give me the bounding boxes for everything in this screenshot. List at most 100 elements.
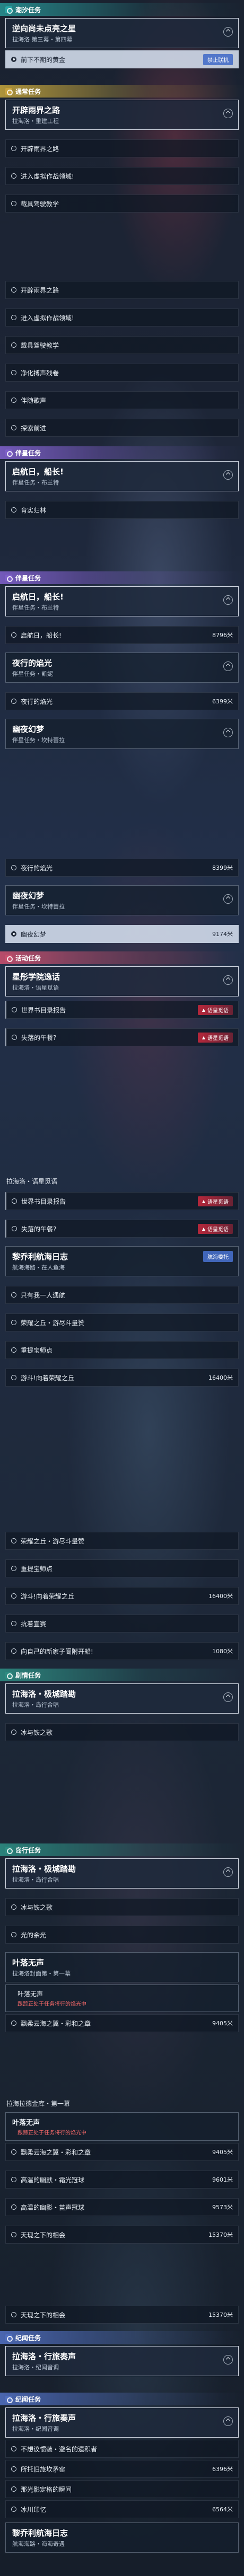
quest-card[interactable]: 黎乔利航海日志 航海海路・海海奇遇 <box>5 2522 239 2553</box>
quest-step[interactable]: 伴随歌声 <box>5 391 239 409</box>
quest-step[interactable]: 育实归林 <box>5 501 239 519</box>
quest-step-label: 重提宝师点 <box>21 1346 53 1354</box>
quest-card[interactable]: 开辟雨界之路 拉海洛・重建工程 <box>5 100 239 130</box>
collapse-icon[interactable] <box>223 661 233 671</box>
step-icon <box>11 2021 16 2026</box>
voyage-badge: 航海委托 <box>203 1251 233 1262</box>
collapse-icon[interactable] <box>223 470 233 480</box>
quest-step[interactable]: 光的余光 <box>5 1926 239 1944</box>
quest-step[interactable]: 进入虚拟作战领域! <box>5 167 239 185</box>
quest-card[interactable]: 黎乔利航海日志 航海海路・在人鱼海 航海委托 <box>5 1246 239 1276</box>
step-icon <box>11 1375 16 1380</box>
quest-step[interactable]: 天现之下的相会 15370米 <box>5 2226 239 2244</box>
collapse-icon[interactable] <box>223 2355 233 2365</box>
quest-subtitle: 拉海洛 第三幕・第四幕 <box>12 36 73 43</box>
quest-step[interactable]: 高温的幽影・苗声冠球 9573米 <box>5 2198 239 2216</box>
quest-step[interactable]: 重提宝师点 <box>5 1341 239 1359</box>
quest-step[interactable]: 失落的午餐? 语星觅语 <box>5 1220 239 1238</box>
quest-step[interactable]: 冰与铁之歌 <box>5 1898 239 1916</box>
quest-step[interactable]: 抗着宣赛 <box>5 1615 239 1633</box>
collapse-icon[interactable] <box>223 109 233 118</box>
quest-step-label: 重提宝师点 <box>21 1565 53 1573</box>
step-icon <box>11 1538 16 1543</box>
screen-4: 伴星任务 启航日，船长! 伴星任务・布兰特 启航日，船长! 8796米 夜行的焰光… <box>0 567 244 832</box>
quest-step[interactable]: 开辟雨界之路 <box>5 281 239 299</box>
collapse-icon[interactable] <box>223 27 233 37</box>
quest-card[interactable]: 叶落无声 拉海洛封面第・第一幕 <box>5 1952 239 1982</box>
collapse-icon[interactable] <box>223 2416 233 2426</box>
collapse-icon[interactable] <box>223 595 233 605</box>
quest-step[interactable]: 荣耀之丘・游尽斗量赞 <box>5 1532 239 1550</box>
quest-step[interactable]: 只有我一人遇航 <box>5 1286 239 1304</box>
quest-step[interactable]: 夜行的焰光 6399米 <box>5 692 239 710</box>
quest-step[interactable]: 世界书目录报告 语星觅语 <box>5 1001 239 1019</box>
quest-step[interactable]: 那光影定格的瞬间 <box>5 2480 239 2498</box>
quest-card[interactable]: 星彤学院逸话 拉海洛・语星觅语 <box>5 966 239 996</box>
quest-card[interactable]: 夜行的焰光 伴星任务・凯妮 <box>5 652 239 683</box>
collapse-icon[interactable] <box>223 1867 233 1877</box>
quest-step-label: 探索前进 <box>21 424 47 432</box>
collapse-icon[interactable] <box>223 1692 233 1702</box>
quest-step[interactable]: 飘柔云海之翼・彩和之章 9405米 <box>5 2014 239 2032</box>
quest-step[interactable]: 夜行的焰光 8399米 <box>5 859 239 877</box>
quest-step[interactable]: 冰川印忆 6564米 <box>5 2500 239 2518</box>
quest-step-label: 飘柔云海之翼・彩和之章 <box>21 2019 91 2027</box>
quest-step-label: 不想议惯装・避名的遗积者 <box>21 2445 98 2453</box>
quest-step[interactable]: 世界书目录报告 语星觅语 <box>5 1192 239 1210</box>
quest-title: 开辟雨界之路 <box>12 105 60 115</box>
quest-step[interactable]: 重提宝师点 <box>5 1559 239 1577</box>
quest-card[interactable]: 拉海洛・行旅奏声 拉海洛・纪闻音调 <box>5 2346 239 2376</box>
quest-step[interactable]: 开辟雨界之路 <box>5 139 239 157</box>
quest-step[interactable]: 不想议惯装・避名的遗积者 <box>5 2440 239 2458</box>
quest-step-label: 启航日，船长! <box>21 631 62 639</box>
quest-step[interactable]: 高温的幽默・霜光冠球 9601米 <box>5 2171 239 2189</box>
quest-step[interactable]: 荣耀之丘・游尽斗量赞 <box>5 1313 239 1331</box>
quest-step[interactable]: 进入虚拟作战领域! <box>5 308 239 327</box>
collapse-icon[interactable] <box>223 975 233 985</box>
quest-step[interactable]: 游斗!向着荣耀之丘 16400米 <box>5 1587 239 1605</box>
quest-step[interactable]: 失落的午餐? 语星觅语 <box>5 1028 239 1046</box>
quest-step[interactable]: 净化搏声残卷 <box>5 364 239 382</box>
quest-step[interactable]: 所托旧旅坎矛窑 6396米 <box>5 2460 239 2478</box>
screen-10: 天现之下的相会 15370米 纪闻任务 拉海洛・行旅奏声 拉海洛・纪闻音调 <box>0 2300 244 2385</box>
step-icon <box>11 2149 16 2155</box>
quest-step-label: 所托旧旅坎矛窑 <box>21 2465 66 2473</box>
quest-card[interactable]: 启航日，船长! 伴星任务・布兰特 <box>5 461 239 491</box>
quest-subtitle: 拉海洛・语星觅语 <box>12 984 59 991</box>
quest-step[interactable]: 启航日，船长! 8796米 <box>5 626 239 644</box>
quest-card[interactable]: 启航日，船长! 伴星任务・布兰特 <box>5 586 239 616</box>
island-quest-icon <box>5 1846 13 1854</box>
quest-step[interactable]: 天现之下的相会 15370米 <box>5 2306 239 2324</box>
quest-step[interactable]: 游斗!向着荣耀之丘 16400米 <box>5 1369 239 1387</box>
quest-step[interactable]: 飘柔云海之翼・彩和之章 9405米 <box>5 2143 239 2161</box>
quest-step[interactable]: 前下不期的黄金 禁止联机 <box>5 50 239 68</box>
tracking-icon <box>11 57 16 62</box>
quest-step-label: 伴随歌声 <box>21 396 47 404</box>
quest-title: 逆向尚未点亮之星 <box>12 24 76 33</box>
warning-text: 跟踪正处于任务将行的焰光中 <box>18 2001 86 2007</box>
event-badge: 语星觅语 <box>197 1032 233 1043</box>
quest-step[interactable]: 载具驾驶教学 <box>5 195 239 213</box>
quest-step[interactable]: 载具驾驶教学 <box>5 336 239 354</box>
collapse-icon[interactable] <box>223 728 233 737</box>
quest-step[interactable]: 幽夜幻梦 9174米 <box>5 925 239 943</box>
distance: 16400米 <box>208 1593 233 1600</box>
quest-step[interactable]: 冰与铁之歌 <box>5 1723 239 1741</box>
quest-step-label: 失落的午餐? <box>21 1034 57 1042</box>
quest-card[interactable]: 拉海洛・极城踏勘 拉海洛・岛行合唱 <box>5 1683 239 1714</box>
quest-warning-card[interactable]: 叶落无声 跟踪正处于任务将行的焰光中 <box>5 2112 239 2141</box>
quest-card[interactable]: 拉海洛・极城踏勘 拉海洛・岛行合唱 <box>5 1858 239 1889</box>
quest-card[interactable]: 拉海洛・行旅奏声 拉海洛・纪闻音调 <box>5 2407 239 2438</box>
quest-title: 幽夜幻梦 <box>12 891 45 901</box>
quest-step[interactable]: 向自己的新家子阁附开船! 1080米 <box>5 1642 239 1660</box>
section-header-label: 通常任务 <box>15 87 41 95</box>
step-icon <box>11 2486 16 2492</box>
chronicle-icon <box>5 2395 13 2403</box>
quest-card[interactable]: 幽夜幻梦 伴星任务・坎特蕾拉 <box>5 885 239 915</box>
collapse-icon[interactable] <box>223 894 233 904</box>
quest-step[interactable]: 探索前进 <box>5 419 239 437</box>
quest-warning-card[interactable]: 叶落无声 跟踪正处于任务将行的焰光中 <box>5 1984 239 2012</box>
companion-icon <box>5 574 13 582</box>
quest-card[interactable]: 逆向尚未点亮之星 拉海洛 第三幕・第四幕 <box>5 18 239 48</box>
quest-card[interactable]: 幽夜幻梦 伴星任务・坎特蕾拉 <box>5 719 239 749</box>
